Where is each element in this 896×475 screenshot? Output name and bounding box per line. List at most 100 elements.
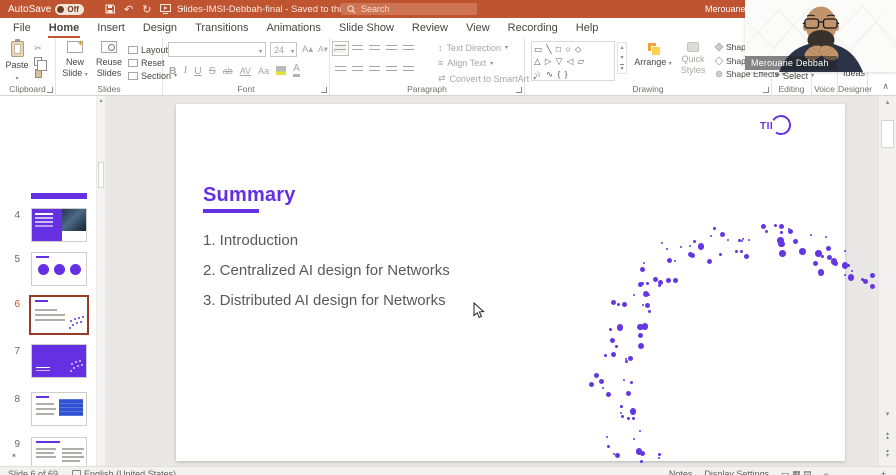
smartart-icon: ⇄ xyxy=(438,73,446,83)
language-status[interactable]: English (United States) xyxy=(72,469,176,475)
tab-transitions[interactable]: Transitions xyxy=(186,19,257,37)
autosave-pill[interactable]: Off xyxy=(55,3,84,15)
arrange-caret-icon: ▾ xyxy=(668,61,672,68)
justify-button[interactable] xyxy=(386,65,397,74)
font-dialog-launcher[interactable] xyxy=(321,87,327,93)
line-spacing-button[interactable] xyxy=(403,44,414,53)
tab-design[interactable]: Design xyxy=(134,19,186,37)
change-case-button[interactable]: Aa xyxy=(258,66,269,76)
paste-button[interactable]: Paste ▾ xyxy=(4,39,30,83)
shapes-gallery[interactable]: ▭ ╲ □ ○ ◇ △ ▷ ▽ ◁ ▱ ☆ ∿ { } xyxy=(531,41,615,81)
thumbnail-scroll-up-icon[interactable]: ▴ xyxy=(97,97,105,104)
slide-thumbnail[interactable] xyxy=(31,208,87,242)
tab-help[interactable]: Help xyxy=(567,19,608,37)
font-color-button[interactable]: A xyxy=(293,64,300,77)
tab-slideshow[interactable]: Slide Show xyxy=(330,19,403,37)
search-box[interactable]: Search xyxy=(341,3,477,15)
slide-thumbnail[interactable] xyxy=(31,344,87,378)
shapes-more-icon[interactable]: ▾ xyxy=(620,64,624,72)
slide-indicator[interactable]: Slide 6 of 69 xyxy=(8,469,58,475)
paragraph-dialog-launcher[interactable] xyxy=(516,87,522,93)
thumbnail-scrollbar-thumb[interactable] xyxy=(98,162,104,188)
display-settings-button[interactable]: Display Settings xyxy=(704,469,769,475)
tab-insert[interactable]: Insert xyxy=(88,19,134,37)
decrease-indent-button[interactable] xyxy=(369,44,380,53)
shapes-scroll-down-icon[interactable]: ▾ xyxy=(620,54,623,61)
slide-surface[interactable]: TII Summary 1. Introduction 2. Centraliz… xyxy=(176,104,845,461)
main-scrollbar[interactable]: ▴ ▾ ▴ ▴ ▾ ▾ xyxy=(878,96,896,466)
numbering-button[interactable] xyxy=(352,44,363,53)
copy-icon[interactable] xyxy=(34,57,47,71)
tab-home[interactable]: Home xyxy=(40,19,89,38)
slide-number: 7 xyxy=(14,346,20,357)
quick-styles-button[interactable]: Quick Styles xyxy=(675,42,711,75)
redo-icon[interactable]: ↻ xyxy=(142,3,151,16)
font-size-caret-icon: ▾ xyxy=(290,49,294,55)
paragraph-group-label: Paragraph xyxy=(407,84,447,94)
align-text-button[interactable]: ≡ Align Text ▾ xyxy=(438,57,536,70)
reuse-slides-label: Reuse Slides xyxy=(95,56,122,78)
slide-3-thumbnail-edge[interactable] xyxy=(31,193,87,199)
previous-slide-button[interactable]: ▴ ▴ xyxy=(879,431,896,441)
strikethrough-button[interactable]: ab xyxy=(223,66,233,76)
scroll-up-icon[interactable]: ▴ xyxy=(879,98,896,106)
tab-animations[interactable]: Animations xyxy=(257,19,329,37)
underline-button[interactable]: U xyxy=(194,65,202,77)
layout-icon xyxy=(128,45,138,54)
undo-icon[interactable]: ↶ xyxy=(124,3,133,16)
align-center-button[interactable] xyxy=(352,65,363,74)
zoom-out-icon[interactable]: − xyxy=(823,469,828,475)
grow-font-button[interactable]: A▴ xyxy=(302,44,313,55)
drawing-dialog-launcher[interactable] xyxy=(763,87,769,93)
zoom-in-icon[interactable]: + xyxy=(881,469,886,475)
view-switcher-icons[interactable]: ▭ ▦ ▤ xyxy=(781,469,812,475)
arrange-button[interactable]: Arrange ▾ xyxy=(633,42,673,69)
save-icon[interactable] xyxy=(105,4,115,14)
font-size-select[interactable]: 24 ▾ xyxy=(270,42,297,57)
align-right-button[interactable] xyxy=(369,65,380,74)
italic-button[interactable]: I xyxy=(184,65,188,76)
shapes-scroll-up-icon[interactable]: ▴ xyxy=(620,44,623,51)
next-slide-button[interactable]: ▾ ▾ xyxy=(879,449,896,459)
group-paragraph: ↕ Text Direction ▾ ≡ Align Text ▾ ⇄ Convert t… xyxy=(330,38,536,95)
font-name-select[interactable]: ▾ xyxy=(168,42,266,57)
tab-file[interactable]: File xyxy=(4,19,40,37)
scroll-down-icon[interactable]: ▾ xyxy=(879,410,896,418)
reset-label: Reset xyxy=(141,57,165,68)
notes-button[interactable]: Notes xyxy=(669,469,693,475)
autosave-toggle[interactable]: AutoSave Off xyxy=(8,2,84,16)
reuse-slides-button[interactable]: Reuse Slides xyxy=(93,41,125,78)
thumbnail-panel-scrollbar[interactable]: ▴ xyxy=(96,96,105,466)
text-direction-label: Text Direction xyxy=(446,42,502,53)
tab-view[interactable]: View xyxy=(457,19,499,37)
cut-icon[interactable]: ✂ xyxy=(34,43,42,54)
slide-thumbnail[interactable] xyxy=(31,252,87,286)
align-left-button[interactable] xyxy=(335,65,346,74)
slide-thumbnail[interactable] xyxy=(31,392,87,426)
scrollbar-thumb[interactable] xyxy=(881,120,894,148)
shrink-font-button[interactable]: A▾ xyxy=(318,44,328,55)
clipboard-dialog-launcher[interactable] xyxy=(47,87,53,93)
character-spacing-button[interactable]: AV xyxy=(240,66,251,76)
slide-thumbnail[interactable] xyxy=(31,437,87,466)
columns-button[interactable] xyxy=(403,65,414,74)
shadow-button[interactable]: S xyxy=(209,65,216,77)
slide-title[interactable]: Summary xyxy=(203,184,296,207)
slide-body-list[interactable]: 1. Introduction 2. Centralized AI design… xyxy=(203,226,450,316)
collapse-ribbon-icon[interactable]: ∧ xyxy=(882,81,889,92)
slide-thumbnail-selected[interactable] xyxy=(29,295,89,335)
bold-button[interactable]: B xyxy=(169,65,177,77)
group-clipboard: Paste ▾ ✂ Clipboard xyxy=(0,38,56,95)
new-slide-button[interactable]: New Slide ▾ xyxy=(59,38,91,79)
animation-star-icon: ✶ xyxy=(11,453,17,460)
zoom-controls[interactable]: − + xyxy=(823,469,886,475)
tab-review[interactable]: Review xyxy=(403,19,457,37)
text-highlight-icon[interactable] xyxy=(276,66,287,75)
text-direction-button[interactable]: ↕ Text Direction ▾ xyxy=(438,41,536,54)
start-slideshow-icon[interactable] xyxy=(160,4,172,14)
reuse-slides-icon xyxy=(101,41,117,53)
bullets-button[interactable] xyxy=(332,41,349,56)
increase-indent-button[interactable] xyxy=(386,44,397,53)
text-direction-caret-icon: ▾ xyxy=(505,45,509,51)
tab-recording[interactable]: Recording xyxy=(499,19,567,37)
